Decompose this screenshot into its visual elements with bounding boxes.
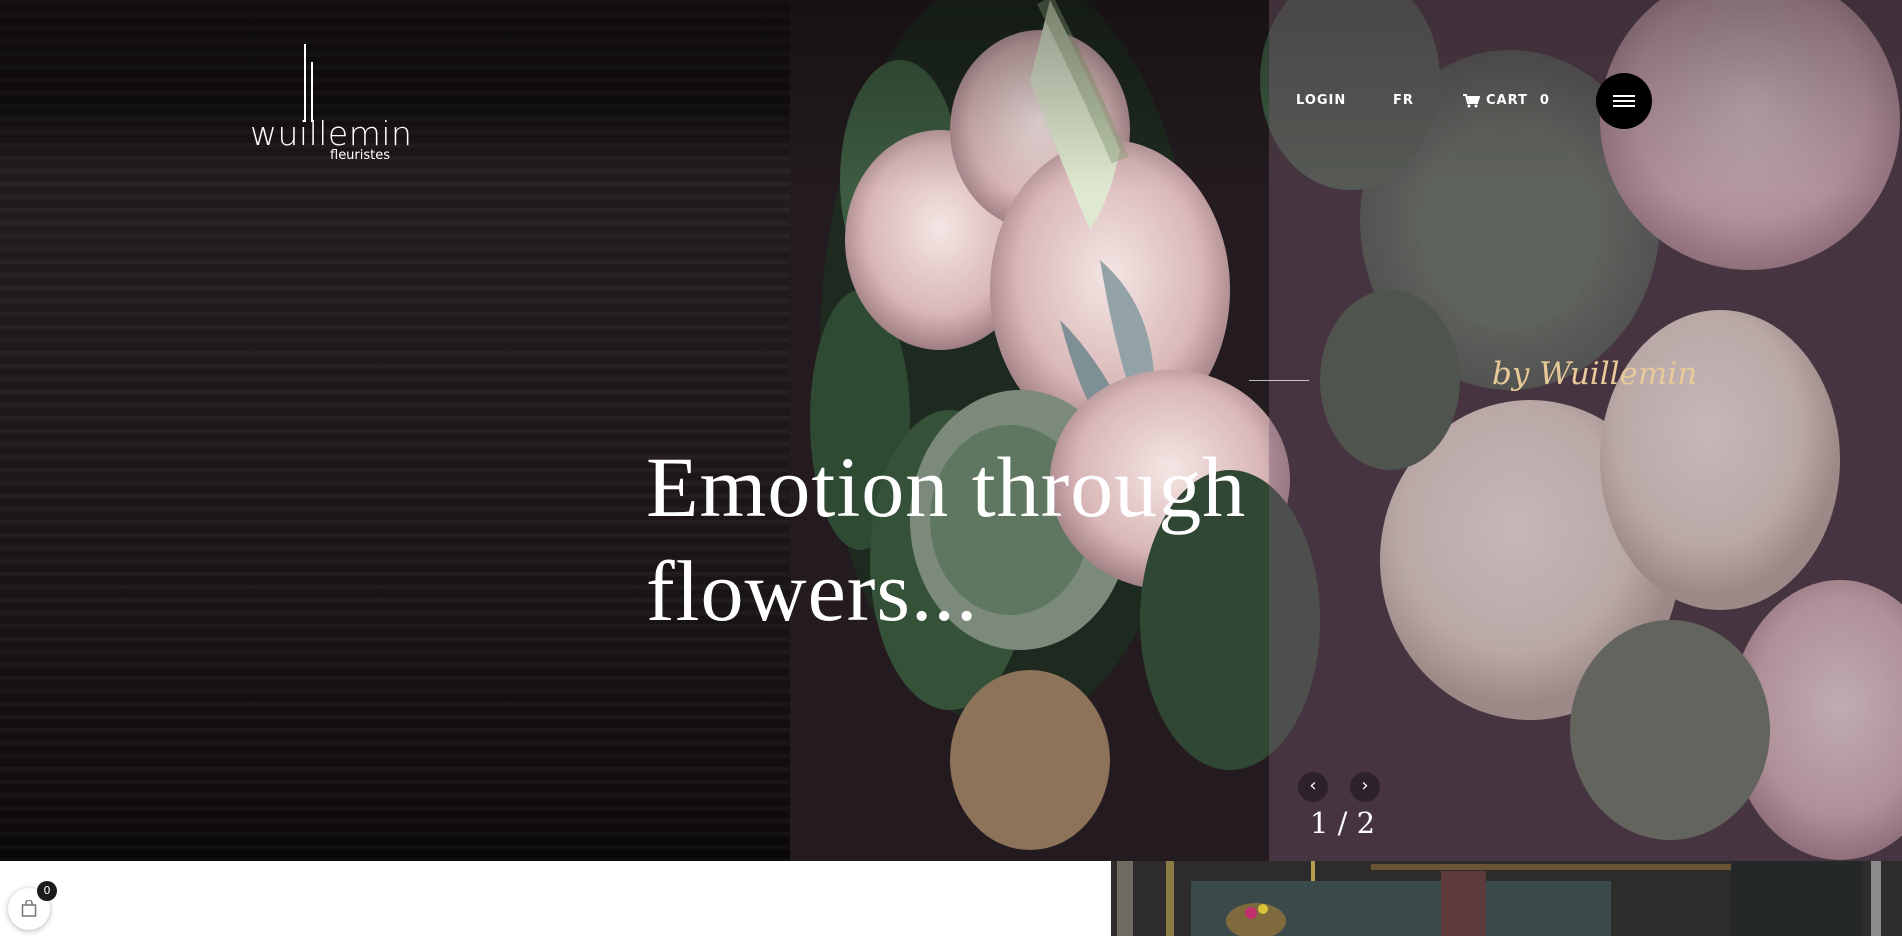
cart-link[interactable]: CART 0 — [1463, 93, 1550, 108]
shop-photo — [1111, 861, 1902, 936]
floating-cart-count: 0 — [37, 881, 57, 901]
shopping-bag-icon — [21, 900, 37, 917]
cart-count: 0 — [1539, 93, 1550, 108]
slide-next-button[interactable]: › — [1350, 772, 1380, 802]
hero-slider: wuillemin fleuristes LOGIN FR CART 0 by … — [0, 0, 1902, 861]
logo-stem — [311, 62, 313, 122]
menu-button[interactable] — [1596, 73, 1652, 129]
hero-headline: Emotion through flowers... — [646, 439, 1247, 639]
cart-icon — [1463, 93, 1480, 107]
hamburger-icon — [1613, 95, 1635, 97]
hamburger-icon — [1613, 105, 1635, 107]
login-link[interactable]: LOGIN — [1296, 93, 1346, 108]
logo-subtitle: fleuristes — [330, 148, 391, 163]
slide-counter: 1 / 2 — [1310, 806, 1376, 840]
cart-label: CART — [1486, 93, 1528, 108]
slide-prev-button[interactable]: ‹ — [1298, 772, 1328, 802]
divider-line — [1249, 380, 1309, 381]
chevron-right-icon: › — [1361, 775, 1369, 796]
hamburger-icon — [1613, 100, 1635, 102]
logo-stem — [304, 44, 306, 122]
hero-tagline: by Wuillemin — [1492, 356, 1698, 392]
language-switch[interactable]: FR — [1393, 93, 1414, 108]
shop-window-image — [1111, 861, 1902, 936]
site-logo[interactable]: wuillemin fleuristes — [250, 44, 412, 164]
tinted-panel — [1269, 0, 1902, 861]
chevron-left-icon: ‹ — [1309, 775, 1317, 796]
